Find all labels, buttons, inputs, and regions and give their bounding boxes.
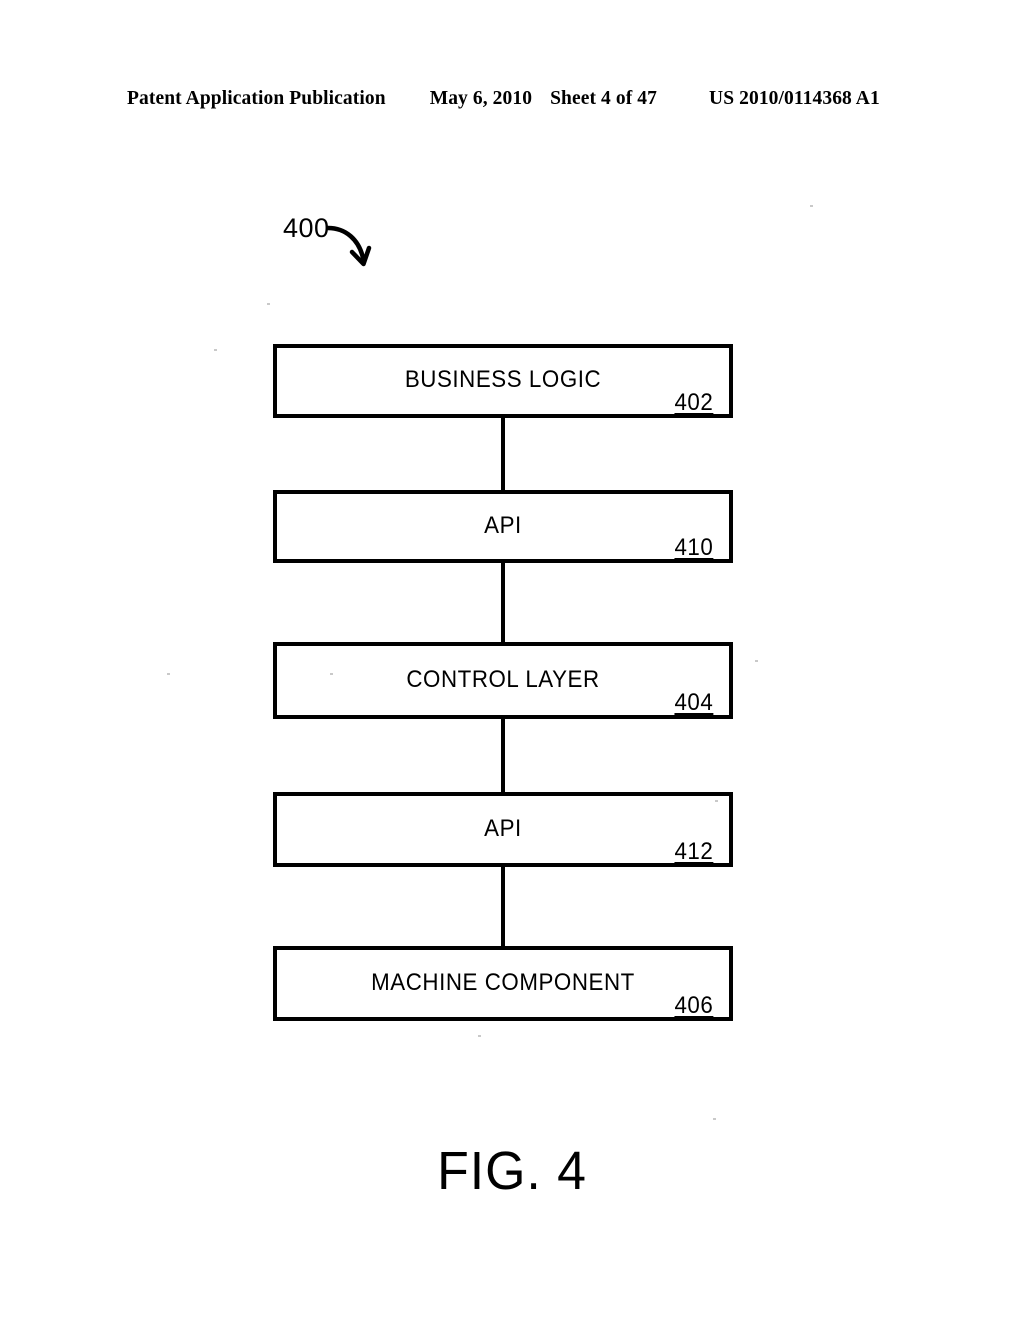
connector-line bbox=[501, 418, 505, 490]
scan-speckle bbox=[755, 660, 758, 662]
scan-speckle bbox=[214, 349, 217, 351]
header-sheet-label: Sheet 4 of 47 bbox=[550, 88, 658, 109]
figure-caption: FIG. 4 bbox=[437, 1141, 587, 1201]
connector-line bbox=[501, 563, 505, 642]
connector-line bbox=[501, 719, 505, 792]
block-reference-number: 410 bbox=[674, 534, 714, 561]
block-api-412: API 412 bbox=[273, 792, 733, 867]
scan-speckle bbox=[167, 673, 170, 675]
block-reference-number: 412 bbox=[674, 838, 714, 865]
figure-callout-number: 400 bbox=[283, 213, 330, 243]
block-reference-number: 404 bbox=[674, 689, 714, 716]
connector-line bbox=[501, 867, 505, 946]
scan-speckle bbox=[478, 1035, 481, 1037]
block-label: API bbox=[484, 815, 522, 842]
block-business-logic: BUSINESS LOGIC 402 bbox=[273, 344, 733, 418]
scan-speckle bbox=[810, 205, 813, 207]
header-date-label: May 6, 2010 bbox=[429, 88, 533, 109]
block-api-410: API 410 bbox=[273, 490, 733, 563]
header-publication-label: Patent Application Publication bbox=[127, 88, 386, 109]
curved-arrow-icon bbox=[326, 225, 372, 267]
page-header: Patent Application Publication May 6, 20… bbox=[127, 88, 885, 114]
block-label: MACHINE COMPONENT bbox=[371, 969, 635, 996]
scan-speckle bbox=[713, 1118, 716, 1120]
scan-speckle bbox=[715, 800, 718, 802]
scan-speckle bbox=[330, 673, 333, 675]
block-reference-number: 406 bbox=[674, 992, 714, 1019]
block-label: CONTROL LAYER bbox=[406, 666, 600, 693]
block-control-layer: CONTROL LAYER 404 bbox=[273, 642, 733, 719]
block-label: BUSINESS LOGIC bbox=[404, 366, 602, 393]
block-reference-number: 402 bbox=[674, 389, 714, 416]
block-label: API bbox=[484, 512, 522, 539]
header-patent-number: US 2010/0114368 A1 bbox=[709, 88, 880, 109]
scan-speckle bbox=[267, 303, 270, 305]
block-machine-component: MACHINE COMPONENT 406 bbox=[273, 946, 733, 1021]
